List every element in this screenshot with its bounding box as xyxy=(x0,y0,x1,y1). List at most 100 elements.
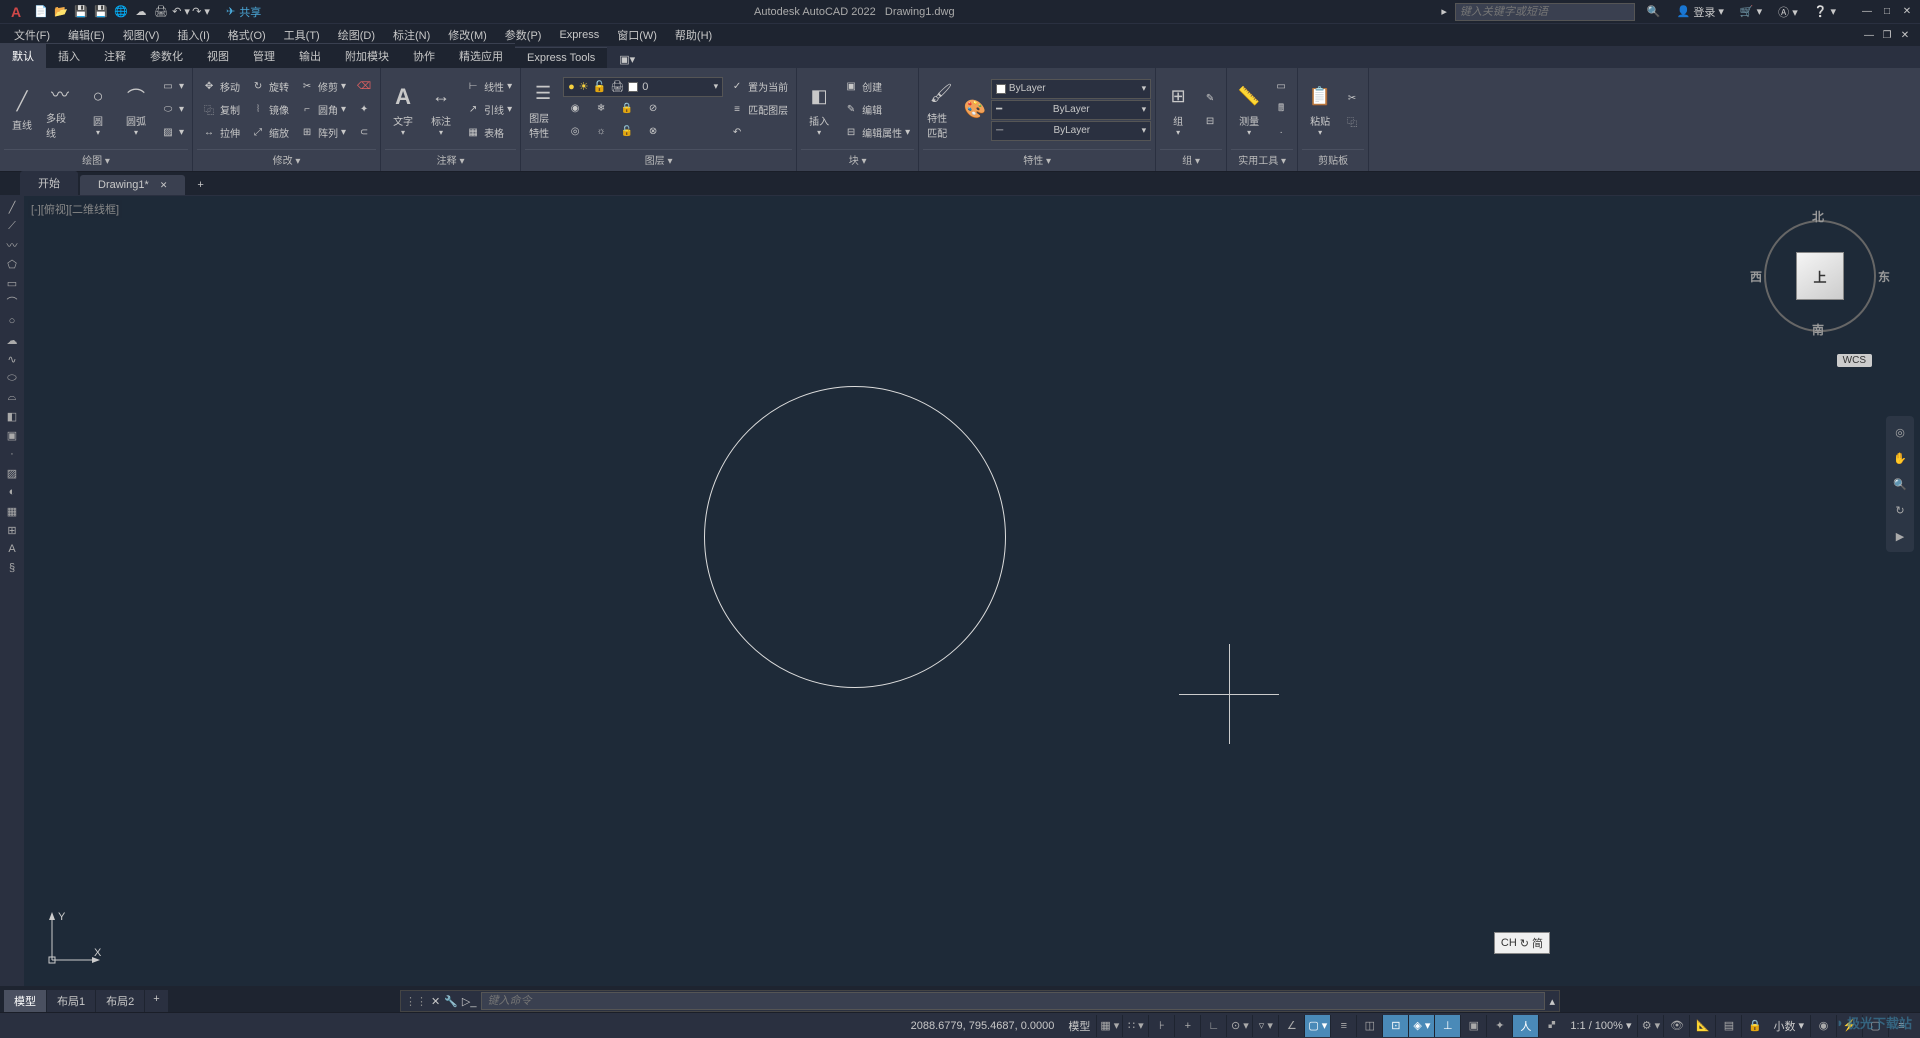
calculator-button[interactable]: 🖩 xyxy=(1269,99,1293,121)
tab-collaborate[interactable]: 协作 xyxy=(401,43,447,68)
command-expand-icon[interactable]: ▴ xyxy=(1549,995,1555,1008)
ucs-icon[interactable]: Y X xyxy=(44,908,104,968)
layer-off-button[interactable]: ◉ xyxy=(563,98,587,120)
open-web-icon[interactable]: 🌐 xyxy=(112,3,130,21)
dynamic-input-icon[interactable]: + xyxy=(1174,1015,1200,1037)
show-motion-icon[interactable]: ▶ xyxy=(1888,524,1912,548)
select-button[interactable]: ▭ xyxy=(1269,76,1293,98)
annotation-visibility-icon[interactable]: 人 xyxy=(1512,1015,1538,1037)
layer-on-button[interactable]: ◎ xyxy=(563,121,587,143)
login-button[interactable]: 👤 登录 ▾ xyxy=(1673,2,1728,22)
doc-restore-button[interactable]: ❐ xyxy=(1878,27,1896,43)
panel-modify-title[interactable]: 修改 ▾ xyxy=(197,149,376,169)
layer-prev-button[interactable]: ↶ xyxy=(725,122,792,144)
stretch-button[interactable]: ↔拉伸 xyxy=(197,122,244,144)
erase-button[interactable]: ⌫ xyxy=(352,76,376,98)
filetab-start[interactable]: 开始 xyxy=(20,171,78,195)
units-display[interactable]: 小数 ▾ xyxy=(1767,1018,1810,1034)
line-button[interactable]: ╱ 直线 xyxy=(4,75,40,145)
edit-block-button[interactable]: ✎编辑 xyxy=(839,99,914,121)
measure-button[interactable]: 📏 测量 ▾ xyxy=(1231,75,1267,145)
offset-button[interactable]: ⊂ xyxy=(352,122,376,144)
scale-button[interactable]: ⤢缩放 xyxy=(246,122,293,144)
layer-iso-button[interactable]: ⊘ xyxy=(641,98,665,120)
rotate-button[interactable]: ↻旋转 xyxy=(246,76,293,98)
mirror-button[interactable]: ⦚镜像 xyxy=(246,99,293,121)
status-model-button[interactable]: 模型 xyxy=(1062,1018,1096,1034)
osnap-2d-icon[interactable]: ▢ ▾ xyxy=(1304,1015,1330,1037)
palette-helix-icon[interactable]: § xyxy=(1,559,23,577)
polyline-button[interactable]: 〰 多段线 xyxy=(42,75,78,145)
palette-polygon-icon[interactable]: ⬠ xyxy=(1,255,23,273)
pan-icon[interactable]: ✋ xyxy=(1888,446,1912,470)
drawing-canvas[interactable]: [-][俯视][二维线框] Y X 北 南 东 西 上 WCS ◎ xyxy=(24,196,1920,986)
tab-manage[interactable]: 管理 xyxy=(241,43,287,68)
palette-polyline-icon[interactable]: 〰 xyxy=(1,236,23,254)
tab-featured[interactable]: 精选应用 xyxy=(447,43,515,68)
tab-default[interactable]: 默认 xyxy=(0,43,46,68)
doc-minimize-button[interactable]: — xyxy=(1860,27,1878,43)
tab-layout2[interactable]: 布局2 xyxy=(96,990,145,1012)
grid-toggle-icon[interactable]: ▦ ▾ xyxy=(1096,1015,1122,1037)
selection-filter-icon[interactable]: ▣ xyxy=(1460,1015,1486,1037)
linear-button[interactable]: ⊢线性 ▾ xyxy=(461,76,516,98)
arc-button[interactable]: ⌒ 圆弧 ▾ xyxy=(118,75,154,145)
viewcube-west[interactable]: 西 xyxy=(1750,268,1762,285)
selection-cycling-icon[interactable]: ⊡ xyxy=(1382,1015,1408,1037)
command-config-icon[interactable]: 🔧 xyxy=(444,995,458,1008)
palette-rectangle-icon[interactable]: ▭ xyxy=(1,274,23,292)
rectangle-button[interactable]: ▭▾ xyxy=(156,76,188,98)
palette-ellipse-arc-icon[interactable]: ⌓ xyxy=(1,388,23,406)
ortho-icon[interactable]: ∟ xyxy=(1200,1015,1226,1037)
dimension-button[interactable]: ↔ 标注 ▾ xyxy=(423,75,459,145)
copy-clip-button[interactable]: ⿻ xyxy=(1340,110,1364,132)
layer-uniso-button[interactable]: ⊗ xyxy=(641,121,665,143)
panel-annotation-title[interactable]: 注释 ▾ xyxy=(385,149,516,169)
doc-close-button[interactable]: ✕ xyxy=(1896,27,1914,43)
quick-properties-icon[interactable]: ▤ xyxy=(1715,1015,1741,1037)
layer-properties-button[interactable]: ☰ 图层特性 xyxy=(525,75,561,145)
search-input[interactable] xyxy=(1455,3,1635,21)
insert-block-button[interactable]: ◧ 插入 ▾ xyxy=(801,75,837,145)
annotation-autoscale-icon[interactable]: 🙾 xyxy=(1538,1015,1564,1037)
saveas-icon[interactable]: 💾 xyxy=(92,3,110,21)
layer-freeze-button[interactable]: ❄ xyxy=(589,98,613,120)
circle-entity[interactable] xyxy=(704,386,1006,688)
palette-insert-icon[interactable]: ◧ xyxy=(1,407,23,425)
linetype-dropdown[interactable]: ─ ByLayer xyxy=(991,121,1151,141)
annotation-monitor-icon[interactable]: 👁 xyxy=(1663,1015,1689,1037)
match-properties-button[interactable]: 🖌 特性匹配 xyxy=(923,75,959,145)
tab-express-tools[interactable]: Express Tools xyxy=(515,47,607,68)
command-handle-icon[interactable]: ⋮⋮ xyxy=(405,995,427,1008)
open-icon[interactable]: 📂 xyxy=(52,3,70,21)
edit-attr-button[interactable]: ⊟编辑属性 ▾ xyxy=(839,122,914,144)
panel-clipboard-title[interactable]: 剪贴板 xyxy=(1302,149,1364,169)
menu-help[interactable]: 帮助(H) xyxy=(667,24,720,46)
minimize-button[interactable]: — xyxy=(1858,4,1876,20)
viewcube-east[interactable]: 东 xyxy=(1878,268,1890,285)
palette-gradient-icon[interactable]: ◐ xyxy=(1,483,23,501)
lineweight-toggle-icon[interactable]: ≡ xyxy=(1330,1015,1356,1037)
ribbon-toggle-button[interactable]: ▣▾ xyxy=(613,51,641,68)
otrack-icon[interactable]: ∠ xyxy=(1278,1015,1304,1037)
trim-button[interactable]: ✂修剪 ▾ xyxy=(295,76,350,98)
color-dropdown[interactable]: ByLayer xyxy=(991,79,1151,99)
palette-arc-icon[interactable]: ⌒ xyxy=(1,293,23,311)
ungroup-button[interactable]: ⊟ xyxy=(1198,110,1222,132)
paste-button[interactable]: 📋 粘贴 ▾ xyxy=(1302,75,1338,145)
exchange-button[interactable]: 🛒 ▾ xyxy=(1736,3,1766,20)
panel-properties-title[interactable]: 特性 ▾ xyxy=(923,149,1151,169)
tab-model[interactable]: 模型 xyxy=(4,990,47,1012)
snap-toggle-icon[interactable]: ∷ ▾ xyxy=(1122,1015,1148,1037)
palette-hatch-icon[interactable]: ▨ xyxy=(1,464,23,482)
zoom-extents-icon[interactable]: 🔍 xyxy=(1888,472,1912,496)
tab-parametric[interactable]: 参数化 xyxy=(138,43,195,68)
tab-add-layout[interactable]: + xyxy=(145,990,167,1012)
panel-draw-title[interactable]: 绘图 ▾ xyxy=(4,149,188,169)
leader-button[interactable]: ↗引线 ▾ xyxy=(461,99,516,121)
help-button[interactable]: ❔ ▾ xyxy=(1810,3,1840,20)
plot-icon[interactable]: 🖨 xyxy=(152,3,170,21)
search-button[interactable]: 🔍 xyxy=(1643,3,1665,20)
orbit-icon[interactable]: ↻ xyxy=(1888,498,1912,522)
palette-point-icon[interactable]: · xyxy=(1,445,23,463)
